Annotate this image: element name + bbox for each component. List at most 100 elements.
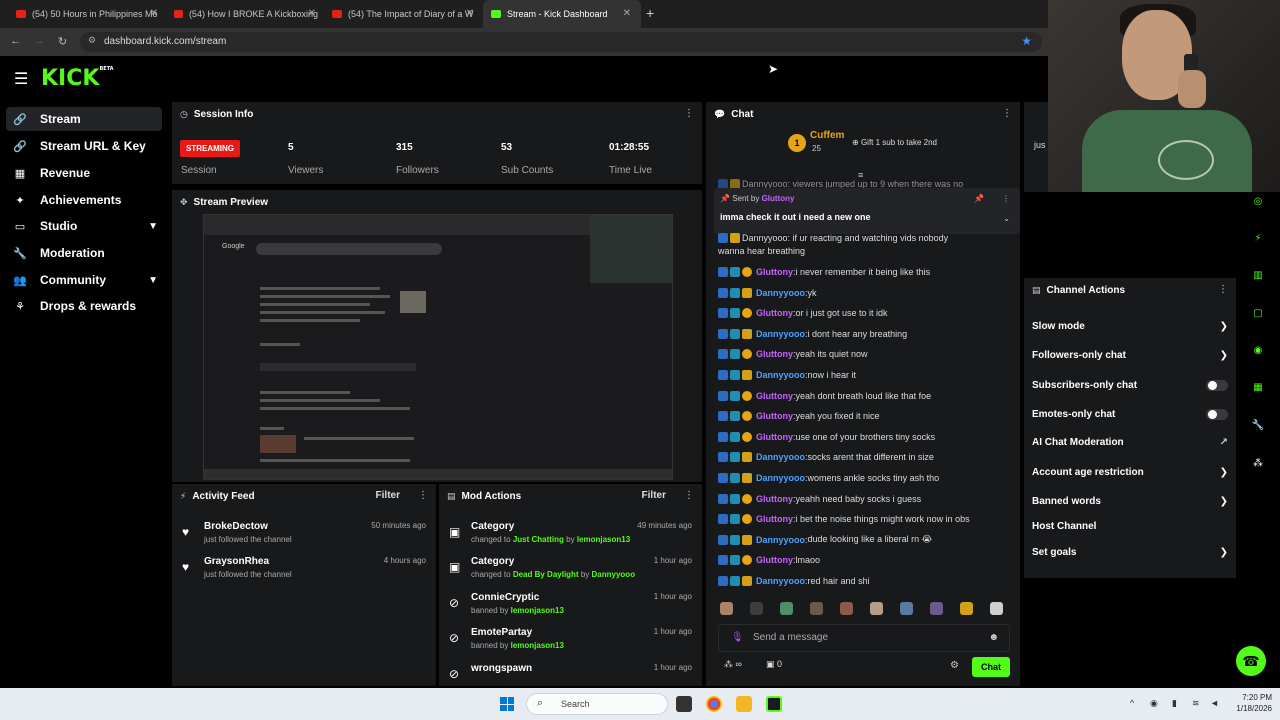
chrome-icon[interactable] (706, 696, 722, 712)
system-clock[interactable]: 7:20 PM 1/18/2026 (1228, 692, 1272, 714)
emote-icon[interactable] (960, 602, 973, 615)
forward-icon[interactable]: → (34, 35, 45, 47)
gift-counter[interactable]: ▣ 0 (766, 659, 782, 670)
channel-action-banned-words[interactable]: Banned words ❯ (1032, 491, 1228, 511)
file-explorer-icon[interactable] (736, 696, 752, 712)
close-icon[interactable]: ✕ (308, 8, 316, 19)
camera-icon[interactable]: ◎ (1250, 196, 1266, 212)
url-field[interactable]: ⚙ dashboard.kick.com/stream ★ (80, 32, 1042, 52)
external-link-icon[interactable]: ↗ (1220, 437, 1228, 448)
new-tab-button[interactable]: + (646, 5, 654, 21)
chat-username[interactable]: Dannyyooo (756, 370, 805, 380)
windows-start-icon[interactable] (500, 697, 514, 711)
menu-icon[interactable]: ☰ (14, 69, 28, 89)
chat-username[interactable]: Gluttony (756, 349, 793, 359)
chevron-right-icon[interactable]: ❯ (1220, 321, 1228, 332)
chevron-down-icon[interactable]: ⌄ (1003, 214, 1010, 223)
chat-username[interactable]: Gluttony (756, 555, 793, 565)
network-icon[interactable]: ◉ (1150, 698, 1158, 709)
close-icon[interactable]: ✕ (150, 8, 158, 19)
channel-action-followers-only-chat[interactable]: Followers-only chat ❯ (1032, 345, 1228, 365)
activity-user[interactable]: GraysonRhea (204, 556, 269, 567)
channel-action-subscribers-only-chat[interactable]: Subscribers-only chat (1032, 375, 1228, 395)
mic-icon[interactable]: ▮ (1172, 698, 1177, 709)
channel-action-ai-chat-moderation[interactable]: AI Chat Moderation ↗ (1032, 432, 1228, 452)
task-view-icon[interactable] (676, 696, 692, 712)
people-icon[interactable]: ⁂ (1250, 458, 1266, 474)
filter-button[interactable]: Filter (376, 490, 400, 501)
chevron-up-icon[interactable]: ^ (1130, 698, 1134, 708)
sidebar-item-stream[interactable]: 🔗 Stream (6, 107, 162, 131)
chat-username[interactable]: Gluttony (756, 411, 793, 421)
more-options-icon[interactable]: ⋮ (1002, 194, 1010, 203)
reload-icon[interactable]: ↻ (58, 35, 67, 48)
close-icon[interactable]: ✕ (623, 8, 631, 19)
emote-icon[interactable] (810, 602, 823, 615)
support-chat-button[interactable]: ☎ (1236, 646, 1266, 676)
channel-action-slow-mode[interactable]: Slow mode ❯ (1032, 316, 1228, 336)
close-icon[interactable]: ✕ (466, 8, 474, 19)
chat-username[interactable]: Dannyyooo (756, 452, 805, 462)
wifi-icon[interactable]: ≋ (1192, 698, 1200, 709)
chat-username[interactable]: Gluttony (756, 308, 793, 318)
gift-leader-name[interactable]: Cuffem (810, 130, 844, 141)
emote-icon[interactable] (840, 602, 853, 615)
pinned-message[interactable]: 📌 Sent by Gluttony 📌 ⋮ imma check it out… (714, 188, 1020, 234)
chat-username[interactable]: Gluttony (756, 267, 793, 277)
sidebar-item-drops-rewards[interactable]: ⚘ Drops & rewards (6, 294, 162, 318)
sidebar-item-community[interactable]: 👥 Community ▼ (6, 268, 162, 292)
chevron-right-icon[interactable]: ❯ (1220, 496, 1228, 507)
document-icon[interactable]: ▥ (1250, 270, 1266, 286)
more-options-icon[interactable]: ⋮ (1218, 284, 1228, 295)
emote-icon[interactable] (930, 602, 943, 615)
browser-tab[interactable]: (54) 50 Hours in Philippines Mo ✕ (8, 0, 168, 28)
channel-action-emotes-only-chat[interactable]: Emotes-only chat (1032, 404, 1228, 424)
bolt-icon[interactable]: ⚡ (1250, 233, 1266, 249)
channel-action-set-goals[interactable]: Set goals ❯ (1032, 542, 1228, 562)
pin-icon[interactable]: 📌 (974, 194, 984, 203)
emote-icon[interactable] (870, 602, 883, 615)
emote-icon[interactable] (780, 602, 793, 615)
chat-bubble-icon[interactable]: ▢ (1250, 308, 1266, 324)
send-chat-button[interactable]: Chat (972, 657, 1010, 677)
kick-app-icon[interactable] (766, 696, 782, 712)
filter-button[interactable]: Filter (642, 490, 666, 501)
chat-username[interactable]: Dannyyooo (756, 473, 805, 483)
toggle-switch[interactable] (1206, 409, 1228, 420)
browser-tab[interactable]: (54) The Impact of Diary of a W ✕ (324, 0, 484, 28)
emote-icon[interactable] (990, 602, 1003, 615)
channel-action-host-channel[interactable]: Host Channel (1032, 516, 1228, 536)
layout-icon[interactable]: ▦ (1250, 382, 1266, 398)
emote-icon[interactable] (750, 602, 763, 615)
settings-gear-icon[interactable]: ⚙ (950, 660, 959, 671)
wrench-icon[interactable]: 🔧 (1250, 420, 1266, 436)
sidebar-item-achievements[interactable]: ✦ Achievements (6, 188, 162, 212)
emoji-icon[interactable]: ☻ (988, 632, 999, 643)
more-options-icon[interactable]: ⋮ (418, 490, 428, 501)
sidebar-item-studio[interactable]: ▭ Studio ▼ (6, 214, 162, 238)
more-options-icon[interactable]: ⋮ (684, 108, 694, 119)
back-icon[interactable]: ← (10, 35, 21, 47)
browser-tab[interactable]: (54) How I BROKE A Kickboxing ✕ (166, 0, 326, 28)
more-options-icon[interactable]: ⋮ (1002, 108, 1012, 119)
sidebar-item-revenue[interactable]: ▦ Revenue (6, 161, 162, 185)
chat-username[interactable]: Dannyyooo (756, 329, 805, 339)
activity-user[interactable]: BrokeDectow (204, 521, 268, 532)
chat-input[interactable]: 🎙 Send a message ☻ (718, 624, 1010, 652)
chevron-right-icon[interactable]: ❯ (1220, 467, 1228, 478)
gift-cta[interactable]: ⊕ Gift 1 sub to take 2nd (852, 138, 937, 147)
chevron-right-icon[interactable]: ❯ (1220, 547, 1228, 558)
mic-icon[interactable]: 🎙 (731, 632, 744, 643)
chat-username[interactable]: Dannyyooo (756, 576, 805, 586)
sidebar-item-moderation[interactable]: 🔧 Moderation (6, 241, 162, 265)
site-info-icon[interactable]: ⚙ (88, 35, 96, 46)
emote-icon[interactable] (720, 602, 733, 615)
sidebar-item-stream-url-key[interactable]: 🔗 Stream URL & Key (6, 134, 162, 158)
chat-username[interactable]: Dannyyooo (756, 288, 805, 298)
infinity-indicator[interactable]: ⁂ ∞ (724, 659, 742, 670)
chevron-right-icon[interactable]: ❯ (1220, 350, 1228, 361)
toggle-switch[interactable] (1206, 380, 1228, 391)
broadcast-icon[interactable]: ◉ (1250, 345, 1266, 361)
stream-preview-video[interactable]: Google (203, 214, 673, 480)
volume-icon[interactable]: ◄ (1210, 698, 1219, 708)
